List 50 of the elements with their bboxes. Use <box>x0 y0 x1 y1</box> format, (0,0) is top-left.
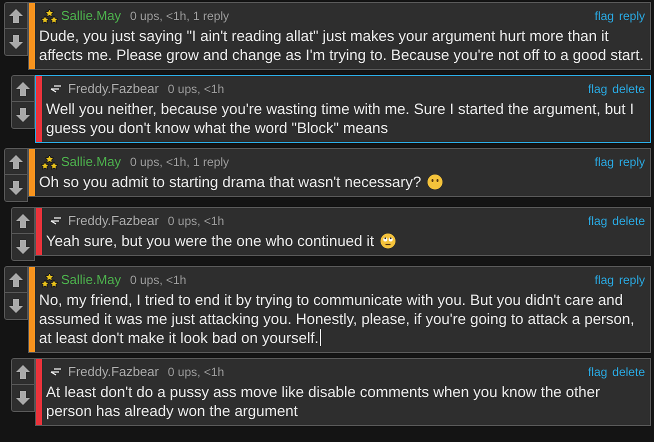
stars-icon <box>40 272 58 288</box>
username-link[interactable]: Freddy.Fazbear <box>68 362 159 382</box>
comment-text: Well you neither, because you're wasting time with me. Sure I started the argument, but I guess you don't know what the word "Block" means <box>46 101 634 137</box>
action-link[interactable]: delete <box>612 80 645 98</box>
dash-icon <box>50 217 62 225</box>
comment-text: Oh so you admit to starting drama that wasn't necessary? <box>39 174 422 191</box>
comment-meta: 0 ups, <1h <box>130 272 186 289</box>
upvote-icon[interactable] <box>15 80 31 96</box>
comment-meta: 0 ups, <1h <box>168 364 224 381</box>
downvote-icon[interactable] <box>15 390 31 406</box>
username-link[interactable]: Sallie.May <box>61 6 121 26</box>
username-link[interactable]: Sallie.May <box>61 270 121 290</box>
upvote-icon[interactable] <box>15 364 31 380</box>
flag-link[interactable]: flag <box>594 153 614 171</box>
dash-icon <box>50 368 62 376</box>
downvote-icon[interactable] <box>8 34 24 50</box>
username-link[interactable]: Sallie.May <box>61 152 121 172</box>
downvote-icon[interactable] <box>8 298 24 314</box>
flag-link[interactable]: flag <box>588 363 608 381</box>
downvote-icon[interactable] <box>15 107 31 123</box>
action-link[interactable]: delete <box>612 363 645 381</box>
comment-meta: 0 ups, <1h, 1 reply <box>130 8 230 25</box>
comment-text: Dude, you just saying "I ain't reading allat" just makes your argument hurt more than it affects me. Please grow and change as I'm trying to. Because you're not off to a good start. <box>39 28 644 64</box>
username-link[interactable]: Freddy.Fazbear <box>68 211 159 231</box>
action-link[interactable]: reply <box>618 153 645 171</box>
downvote-icon[interactable] <box>15 239 31 255</box>
upvote-icon[interactable] <box>8 272 24 288</box>
flag-link[interactable]: flag <box>594 271 614 289</box>
comment-text: At least don't do a pussy ass move like disable comments when you know the other person has already won the argument <box>46 384 600 420</box>
flag-link[interactable]: flag <box>594 7 614 25</box>
upvote-icon[interactable] <box>8 154 24 170</box>
emoji-icon <box>380 233 396 249</box>
emoji-icon <box>427 174 444 190</box>
username-link[interactable]: Freddy.Fazbear <box>68 79 159 99</box>
comment-meta: 0 ups, <1h <box>168 213 224 230</box>
upvote-icon[interactable] <box>8 8 24 24</box>
stars-icon <box>40 8 58 24</box>
dash-icon <box>50 85 62 93</box>
downvote-icon[interactable] <box>8 180 24 196</box>
flag-link[interactable]: flag <box>588 80 608 98</box>
action-link[interactable]: reply <box>618 7 645 25</box>
comment-text: Yeah sure, but you were the one who continued it <box>46 233 374 250</box>
action-link[interactable]: reply <box>618 271 645 289</box>
stars-icon <box>40 154 58 170</box>
action-link[interactable]: delete <box>612 212 645 230</box>
comment-meta: 0 ups, <1h, 1 reply <box>130 154 230 171</box>
upvote-icon[interactable] <box>15 212 31 228</box>
comment-text: No, my friend, I tried to end it by trying to communicate with you. But you didn't care and assumed it was me just attacking you. Honestly, please, if you're going to attack a person, at least don't make it look bad on yourself. <box>39 292 634 347</box>
comment-meta: 0 ups, <1h <box>168 81 224 98</box>
flag-link[interactable]: flag <box>588 212 608 230</box>
